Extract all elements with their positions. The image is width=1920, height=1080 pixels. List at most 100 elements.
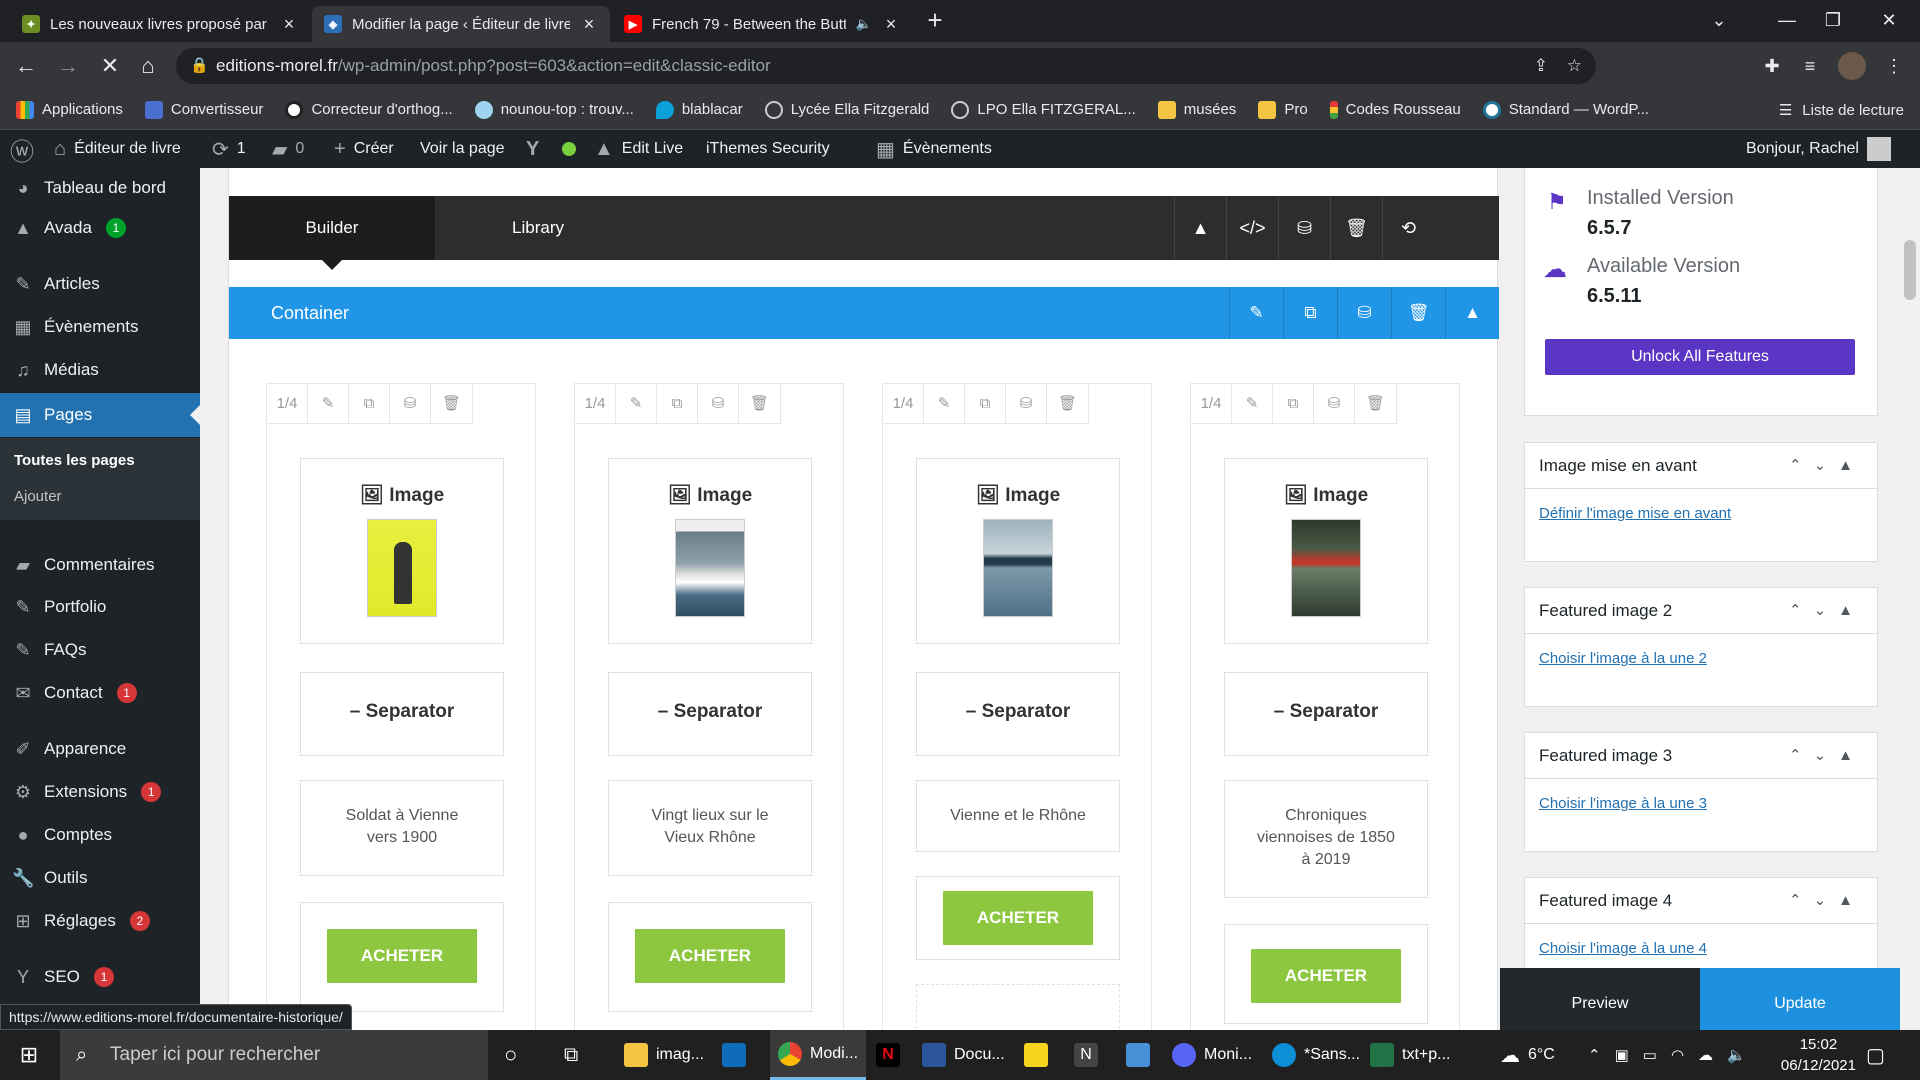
bookmark-codes-rousseau[interactable]: Codes Rousseau xyxy=(1329,100,1461,119)
profile-avatar[interactable] xyxy=(1838,52,1866,80)
ithemes-security-link[interactable]: iThemes Security xyxy=(706,130,830,168)
box-reorder-arrows[interactable]: ⌃⌄▲ xyxy=(1789,878,1865,924)
events-link[interactable]: ▦ Évènements xyxy=(876,130,992,168)
column-size[interactable]: 1/4 xyxy=(267,384,308,424)
browser-tab-1[interactable]: ✦ Les nouveaux livres proposé par × xyxy=(10,6,310,42)
menu-avada[interactable]: ▲ Avada 1 xyxy=(0,208,200,248)
column-size[interactable]: 1/4 xyxy=(1191,384,1232,424)
submenu-all-pages[interactable]: Toutes les pages xyxy=(14,452,135,469)
save-icon[interactable]: ⛁ xyxy=(1314,384,1355,424)
history-icon[interactable]: ⟲ xyxy=(1382,196,1434,260)
menu-appearance[interactable]: ✐ Apparence xyxy=(0,729,200,769)
address-bar[interactable]: 🔒 editions-morel.fr/wp-admin/post.php?po… xyxy=(176,48,1596,84)
taskbar-mail[interactable] xyxy=(722,1030,746,1080)
image-element[interactable]: 🖼 Image xyxy=(608,458,812,644)
browser-tab-2[interactable]: ◈ Modifier la page ‹ Éditeur de livre × xyxy=(312,6,610,42)
taskbar-chrome[interactable]: Modi... xyxy=(770,1030,867,1080)
choose-featured-image-4-link[interactable]: Choisir l'image à la une 4 xyxy=(1539,940,1707,957)
edit-pencil-icon[interactable]: ✎ xyxy=(924,384,965,424)
box-reorder-arrows[interactable]: ⌃⌄▲ xyxy=(1789,733,1865,779)
delete-icon[interactable]: 🗑 xyxy=(1391,287,1445,339)
taskbar-explorer[interactable]: imag... xyxy=(624,1030,704,1080)
save-icon[interactable]: ⛁ xyxy=(390,384,431,424)
box-reorder-arrows[interactable]: ⌃⌄▲ xyxy=(1789,443,1865,489)
bookmark-lycee[interactable]: Lycée Ella Fitzgerald xyxy=(764,100,929,119)
create-link[interactable]: + Créer xyxy=(334,130,394,168)
menu-pages[interactable]: ▤ Pages xyxy=(0,393,200,437)
taskbar-word[interactable]: Docu... xyxy=(922,1030,1005,1080)
clone-icon[interactable]: ⧉ xyxy=(657,384,698,424)
taskbar-phone[interactable] xyxy=(1126,1030,1150,1080)
text-element[interactable]: Soldat à Vienne vers 1900 xyxy=(300,780,504,876)
delete-icon[interactable]: 🗑 xyxy=(431,384,472,424)
submenu-add[interactable]: Ajouter xyxy=(14,488,62,505)
share-icon[interactable]: ⇪ xyxy=(1534,48,1548,84)
button-element[interactable]: ACHETER xyxy=(916,876,1120,960)
choose-featured-image-3-link[interactable]: Choisir l'image à la une 3 xyxy=(1539,795,1707,812)
yoast-icon[interactable]: Y xyxy=(526,130,539,168)
delete-icon[interactable]: 🗑 xyxy=(1330,196,1382,260)
edit-pencil-icon[interactable]: ✎ xyxy=(1229,287,1283,339)
delete-icon[interactable]: 🗑 xyxy=(739,384,780,424)
separator-element[interactable]: – Separator xyxy=(916,672,1120,756)
weather-widget[interactable]: ☁ 6°C xyxy=(1500,1030,1555,1080)
windows-start-icon[interactable]: ⊞ xyxy=(0,1030,58,1080)
menu-accounts[interactable]: ● Comptes xyxy=(0,815,200,855)
acheter-button[interactable]: ACHETER xyxy=(943,891,1093,945)
tab-search-icon[interactable]: ⌄ xyxy=(1696,4,1742,36)
maximize-button[interactable]: ❐ xyxy=(1810,4,1856,36)
comments-link[interactable]: ▰ 0 xyxy=(272,130,304,168)
image-element[interactable]: 🖼 Image xyxy=(300,458,504,644)
acheter-button[interactable]: ACHETER xyxy=(327,929,477,983)
menu-events[interactable]: ▦ Évènements xyxy=(0,307,200,347)
extensions-icon[interactable]: ✚ xyxy=(1758,52,1786,80)
box-reorder-arrows[interactable]: ⌃⌄▲ xyxy=(1789,588,1865,634)
bookmark-wordpress[interactable]: Standard — WordP... xyxy=(1482,100,1649,119)
clone-icon[interactable]: ⧉ xyxy=(1273,384,1314,424)
taskbar-search[interactable]: ⌕ Taper ici pour rechercher xyxy=(60,1030,488,1080)
updates-link[interactable]: ⟳ 1 xyxy=(212,130,246,168)
collapse-icon[interactable]: ▲ xyxy=(1174,196,1226,260)
column-size[interactable]: 1/4 xyxy=(575,384,616,424)
reading-list[interactable]: ☰ Liste de lecture xyxy=(1779,90,1904,130)
view-page-link[interactable]: Voir la page xyxy=(420,130,505,168)
edit-pencil-icon[interactable]: ✎ xyxy=(308,384,349,424)
text-element[interactable]: Chroniques viennoises de 1850 à 2019 xyxy=(1224,780,1428,898)
back-icon[interactable]: ← xyxy=(10,50,42,82)
clone-icon[interactable]: ⧉ xyxy=(1283,287,1337,339)
collapse-icon[interactable]: ▲ xyxy=(1445,287,1499,339)
new-tab-button[interactable]: + xyxy=(922,7,948,34)
menu-contact[interactable]: ✉ Contact 1 xyxy=(0,673,200,713)
clone-icon[interactable]: ⧉ xyxy=(965,384,1006,424)
image-element[interactable]: 🖼 Image xyxy=(916,458,1120,644)
browser-tab-3[interactable]: ▶ French 79 - Between the Butt 🔈 × xyxy=(612,6,912,42)
column-size[interactable]: 1/4 xyxy=(883,384,924,424)
site-name-link[interactable]: ⌂ Éditeur de livre xyxy=(54,130,181,168)
bookmark-musees[interactable]: musées xyxy=(1157,100,1236,119)
text-element[interactable]: Vingt lieux sur le Vieux Rhône xyxy=(608,780,812,876)
code-icon[interactable]: </> xyxy=(1226,196,1278,260)
taskbar-clock[interactable]: 15:02 06/12/2021 xyxy=(1781,1034,1856,1076)
set-featured-image-link[interactable]: Définir l'image mise en avant xyxy=(1539,505,1731,522)
menu-comments[interactable]: ▰ Commentaires xyxy=(0,545,200,585)
tab-library[interactable]: Library xyxy=(435,196,641,260)
delete-icon[interactable]: 🗑 xyxy=(1355,384,1396,424)
menu-extensions[interactable]: ⚙ Extensions 1 xyxy=(0,772,200,812)
bookmark-nounou[interactable]: nounou-top : trouv... xyxy=(474,100,634,119)
cortana-icon[interactable]: ○ xyxy=(504,1030,534,1080)
image-element[interactable]: 🖼 Image xyxy=(1224,458,1428,644)
taskbar-excel[interactable]: txt+p... xyxy=(1370,1030,1450,1080)
save-icon[interactable]: ⛁ xyxy=(1006,384,1047,424)
taskbar-notion[interactable]: N xyxy=(1074,1030,1098,1080)
taskbar-edge[interactable]: *Sans... xyxy=(1272,1030,1360,1080)
stop-loading-icon[interactable]: ✕ xyxy=(94,50,126,82)
speaker-icon[interactable]: 🔈 xyxy=(856,16,872,32)
acheter-button[interactable]: ACHETER xyxy=(1251,949,1401,1003)
edit-pencil-icon[interactable]: ✎ xyxy=(616,384,657,424)
edit-pencil-icon[interactable]: ✎ xyxy=(1232,384,1273,424)
menu-tools[interactable]: 🔧 Outils xyxy=(0,858,200,898)
menu-seo[interactable]: Y SEO 1 xyxy=(0,957,200,997)
bookmark-pro[interactable]: Pro xyxy=(1258,100,1308,119)
separator-element[interactable]: – Separator xyxy=(1224,672,1428,756)
save-template-icon[interactable]: ⛁ xyxy=(1278,196,1330,260)
